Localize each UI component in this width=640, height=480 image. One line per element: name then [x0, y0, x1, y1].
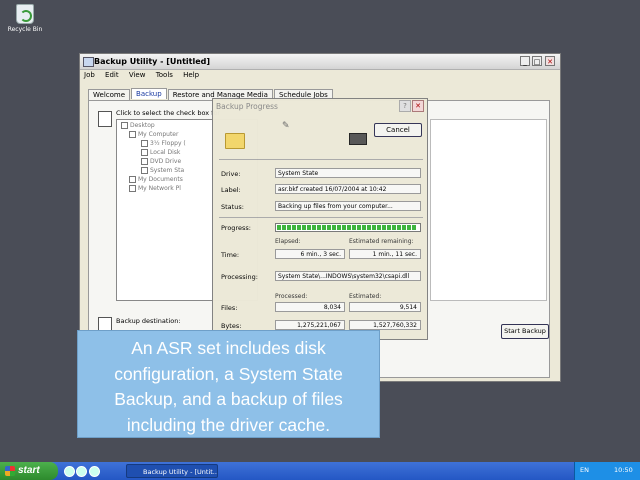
maximize-button[interactable]: □	[532, 56, 542, 66]
window-titlebar[interactable]: Backup Utility - [Untitled] _ □ ✕	[80, 54, 560, 70]
status-value: Backing up files from your computer...	[275, 201, 421, 211]
progress-label: Progress:	[221, 224, 251, 232]
tab-welcome[interactable]: Welcome	[88, 89, 131, 100]
close-button[interactable]: ✕	[545, 56, 555, 66]
flying-paper-icon: ✎	[282, 121, 290, 131]
internet-explorer-icon[interactable]	[89, 466, 100, 477]
caption-line: Backup, and a backup of files	[114, 389, 343, 409]
backup-app-icon	[83, 57, 94, 67]
progress-bar	[275, 223, 421, 232]
drive-value: System State	[275, 168, 421, 178]
caption-line: configuration, a System State	[114, 363, 343, 384]
help-icon[interactable]: ?	[399, 100, 411, 112]
processing-value: System State\...INDOWS\system32\csapi.dl…	[275, 271, 421, 281]
bytes-processed: 1,275,221,067	[275, 320, 345, 330]
caption-line: An ASR set includes disk	[131, 338, 326, 358]
backup-progress-dialog: Backup Progress ? ✕ ✎ Cancel Drive: Syst…	[212, 98, 428, 340]
tree-item-desktop[interactable]: Desktop	[121, 122, 155, 129]
media-player-icon[interactable]	[76, 466, 87, 477]
menu-view[interactable]: View	[129, 71, 146, 79]
tree-item-local-disk[interactable]: Local Disk	[141, 149, 180, 156]
files-estimated: 9,514	[349, 302, 421, 312]
menu-bar: Job Edit View Tools Help	[84, 71, 207, 79]
taskbar: start Backup Utility - [Untit... EN 10:5…	[0, 462, 640, 480]
time-label: Time:	[221, 251, 240, 259]
tree-item-floppy[interactable]: 3½ Floppy (	[141, 140, 186, 147]
drive-label: Drive:	[221, 170, 241, 178]
folder-icon	[225, 133, 245, 149]
bytes-label: Bytes:	[221, 322, 242, 330]
tree-item-dvd-drive[interactable]: DVD Drive	[141, 158, 181, 165]
processed-caption: Processed:	[275, 293, 308, 300]
cancel-button[interactable]: Cancel	[374, 123, 422, 137]
recycle-bin-label: Recycle Bin	[7, 26, 43, 33]
caption-line: including the driver cache.	[126, 414, 331, 435]
remaining-value: 1 min., 11 sec.	[349, 249, 421, 259]
caption-box: An ASR set includes disk configuration, …	[77, 330, 380, 438]
start-backup-button[interactable]: Start Backup	[501, 324, 549, 339]
dialog-close-button[interactable]: ✕	[412, 100, 424, 112]
taskbar-button-backup-utility[interactable]: Backup Utility - [Untit...	[126, 464, 218, 478]
dialog-title: Backup Progress	[216, 102, 278, 111]
remaining-caption: Estimated remaining:	[349, 238, 414, 245]
show-desktop-icon[interactable]	[64, 466, 75, 477]
files-processed: 8,034	[275, 302, 345, 312]
drive-icon	[349, 133, 367, 145]
details-pane	[430, 119, 547, 301]
tab-backup[interactable]: Backup	[131, 88, 167, 99]
files-label: Files:	[221, 304, 238, 312]
language-indicator[interactable]: EN	[580, 466, 589, 474]
menu-tools[interactable]: Tools	[156, 71, 173, 79]
recycle-bin-icon	[16, 4, 34, 24]
wizard-icon	[98, 111, 112, 127]
label-value: asr.bkf created 16/07/2004 at 10:42	[275, 184, 421, 194]
recycle-bin-shortcut[interactable]: Recycle Bin	[6, 4, 44, 33]
backup-destination-label: Backup destination:	[116, 317, 181, 325]
minimize-button[interactable]: _	[520, 56, 530, 66]
tree-item-my-computer[interactable]: My Computer	[129, 131, 178, 138]
selection-hint: Click to select the check box for	[116, 109, 221, 117]
bytes-estimated: 1,527,760,332	[349, 320, 421, 330]
estimated-caption: Estimated:	[349, 293, 382, 300]
label-label: Label:	[221, 186, 241, 194]
tree-item-my-documents[interactable]: My Documents	[129, 176, 183, 183]
window-title: Backup Utility - [Untitled]	[94, 57, 211, 66]
menu-edit[interactable]: Edit	[105, 71, 119, 79]
tree-item-my-network[interactable]: My Network Pl	[129, 185, 181, 192]
menu-job[interactable]: Job	[84, 71, 95, 79]
windows-flag-icon	[5, 466, 15, 476]
status-label: Status:	[221, 203, 244, 211]
start-button[interactable]: start	[0, 462, 58, 480]
elapsed-caption: Elapsed:	[275, 238, 301, 245]
menu-help[interactable]: Help	[183, 71, 199, 79]
tree-item-system-state[interactable]: System Sta	[141, 167, 184, 174]
progress-fill	[277, 225, 417, 230]
clock[interactable]: 10:50	[614, 466, 633, 474]
processing-label: Processing:	[221, 273, 258, 281]
elapsed-value: 6 min., 3 sec.	[275, 249, 345, 259]
